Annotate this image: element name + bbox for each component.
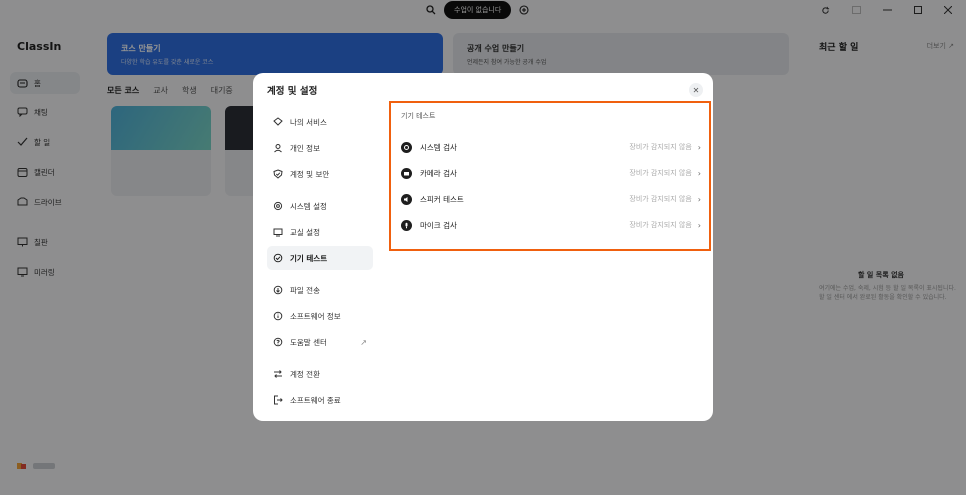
menu-item-help-center[interactable]: 도움말 센터 ↗	[267, 330, 373, 354]
close-button[interactable]: ✕	[689, 83, 703, 97]
menu-item-label: 기기 테스트	[290, 253, 328, 263]
menu-item-label: 시스템 설정	[290, 201, 327, 211]
modal-title: 계정 및 설정	[267, 86, 318, 97]
menu-item-label: 나의 서비스	[290, 117, 327, 127]
help-icon	[273, 337, 283, 347]
menu-item-system-settings[interactable]: 시스템 설정	[267, 194, 373, 218]
settings-menu: 나의 서비스 개인 정보 계정 및 보안 시스템 설정 교실 설정 기기 테스트…	[267, 110, 373, 414]
info-icon	[273, 311, 283, 321]
menu-item-software-info[interactable]: 소프트웨어 정보	[267, 304, 373, 328]
row-status: 장비가 감지되지 않음	[629, 195, 692, 203]
menu-item-label: 개인 정보	[290, 143, 320, 153]
system-icon	[401, 141, 412, 153]
chevron-right-icon: ›	[697, 194, 701, 204]
row-label: 카메라 검사	[420, 168, 457, 178]
menu-item-account-security[interactable]: 계정 및 보안	[267, 162, 373, 186]
menu-item-personal-info[interactable]: 개인 정보	[267, 136, 373, 160]
mic-check-row[interactable]: 마이크 검사 장비가 감지되지 않음 ›	[401, 215, 701, 235]
external-link-icon: ↗	[360, 337, 367, 347]
menu-item-label: 교실 설정	[290, 227, 320, 237]
mic-icon	[401, 219, 412, 231]
menu-item-my-service[interactable]: 나의 서비스	[267, 110, 373, 134]
row-label: 시스템 검사	[420, 142, 457, 152]
speaker-icon	[401, 193, 412, 205]
row-status: 장비가 감지되지 않음	[629, 221, 692, 229]
menu-item-classroom-settings[interactable]: 교실 설정	[267, 220, 373, 244]
section-title: 기기 테스트	[401, 112, 436, 120]
camera-check-row[interactable]: 카메라 검사 장비가 감지되지 않음 ›	[401, 163, 701, 183]
menu-item-device-test[interactable]: 기기 테스트	[267, 246, 373, 270]
menu-item-label: 파일 전송	[290, 285, 320, 295]
row-label: 스피커 테스트	[420, 194, 464, 204]
menu-item-label: 계정 및 보안	[290, 169, 330, 179]
menu-item-label: 도움말 센터	[290, 337, 327, 347]
shield-icon	[273, 169, 283, 179]
chevron-right-icon: ›	[697, 142, 701, 152]
close-icon: ✕	[692, 85, 700, 95]
menu-item-file-transfer[interactable]: 파일 전송	[267, 278, 373, 302]
system-check-row[interactable]: 시스템 검사 장비가 감지되지 않음 ›	[401, 137, 701, 157]
settings-modal: 계정 및 설정 ✕ 나의 서비스 개인 정보 계정 및 보안 시스템 설정 교실…	[253, 73, 713, 421]
file-transfer-icon	[273, 285, 283, 295]
device-test-icon	[273, 253, 283, 263]
chevron-right-icon: ›	[697, 168, 701, 178]
row-status: 장비가 감지되지 않음	[629, 169, 692, 177]
camera-icon	[401, 167, 412, 179]
menu-item-label: 소프트웨어 정보	[290, 311, 341, 321]
speaker-test-row[interactable]: 스피커 테스트 장비가 감지되지 않음 ›	[401, 189, 701, 209]
menu-item-exit-software[interactable]: 소프트웨어 종료	[267, 388, 373, 412]
gear-icon	[273, 201, 283, 211]
row-status: 장비가 감지되지 않음	[629, 143, 692, 151]
chevron-right-icon: ›	[697, 220, 701, 230]
service-icon	[273, 117, 283, 127]
exit-icon	[273, 395, 283, 405]
user-icon	[273, 143, 283, 153]
menu-item-label: 소프트웨어 종료	[290, 395, 341, 405]
menu-item-switch-account[interactable]: 계정 전환	[267, 362, 373, 386]
menu-item-label: 계정 전환	[290, 369, 320, 379]
row-label: 마이크 검사	[420, 220, 457, 230]
device-test-panel: 기기 테스트 시스템 검사 장비가 감지되지 않음 › 카메라 검사 장비가 감…	[389, 101, 711, 251]
classroom-icon	[273, 227, 283, 237]
switch-icon	[273, 369, 283, 379]
